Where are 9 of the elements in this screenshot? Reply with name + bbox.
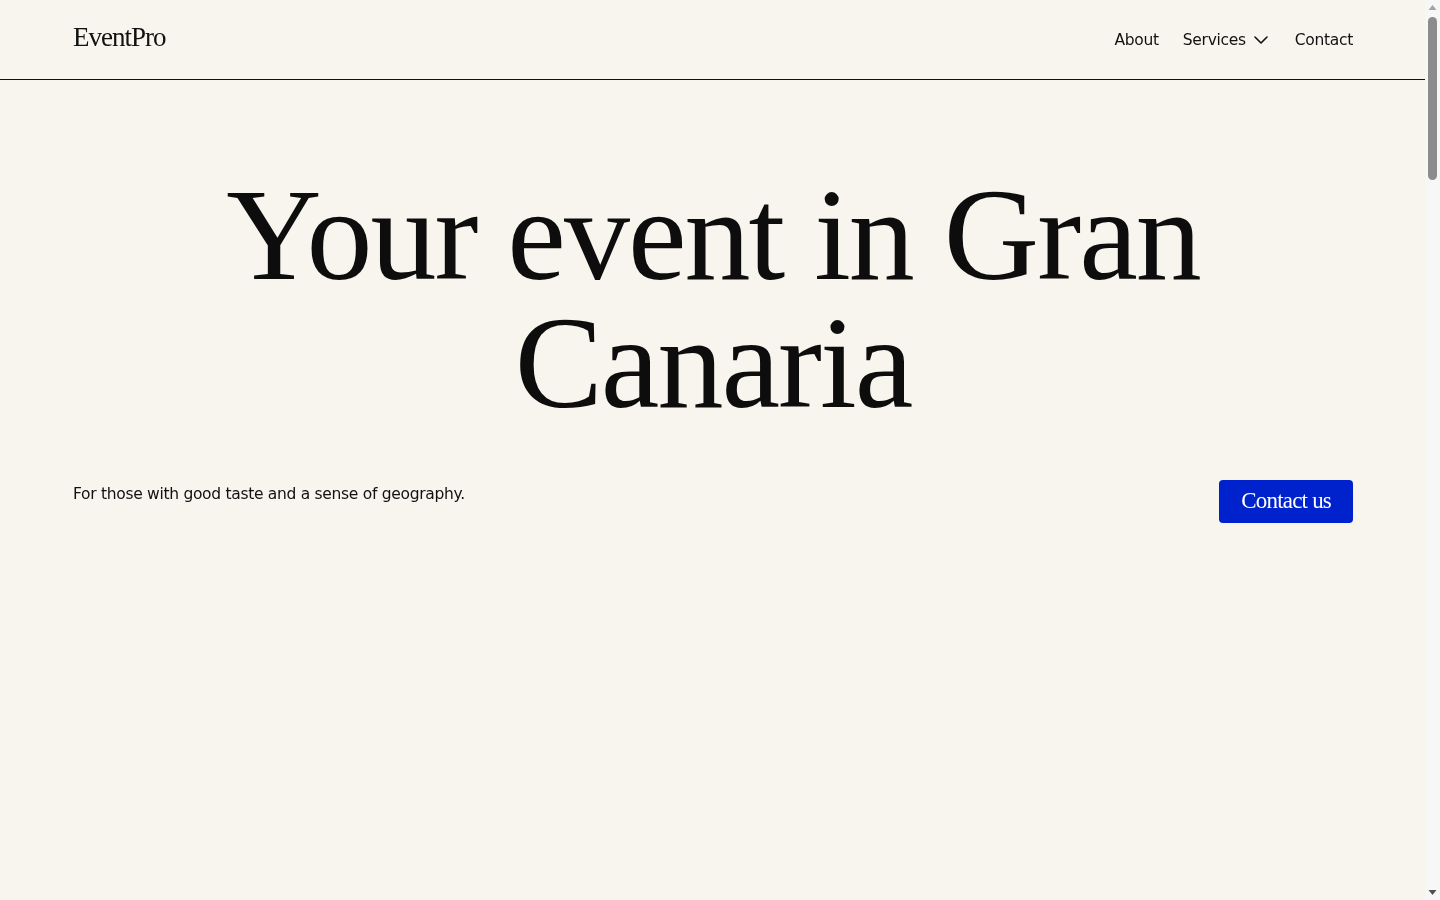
nav-link[interactable]: Contact — [1294, 28, 1353, 51]
hero-title: Your event in Gran Canaria — [225, 171, 1201, 427]
nav-dropdown[interactable]: Services — [1182, 28, 1268, 51]
chevron-down-icon — [1253, 35, 1268, 44]
contact-button[interactable]: Contact us — [1219, 480, 1353, 523]
logo[interactable]: EventPro — [73, 21, 166, 52]
scrollbar[interactable] — [1425, 0, 1440, 900]
hero-subtitle: For those with good taste and a sense of geography. — [73, 484, 465, 505]
nav-link[interactable]: About — [1114, 28, 1159, 51]
